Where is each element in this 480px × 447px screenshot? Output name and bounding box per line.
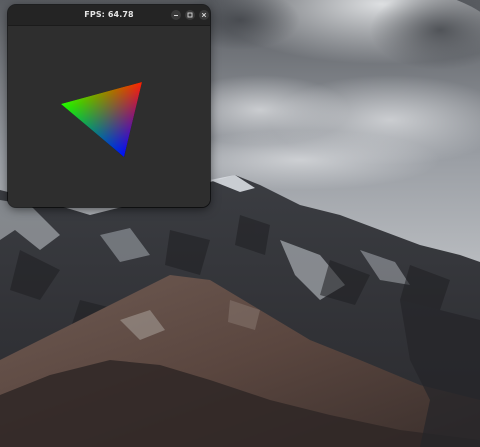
minimize-icon <box>174 15 178 16</box>
window-titlebar[interactable]: FPS: 64.78 <box>8 5 210 26</box>
rgb-triangle <box>61 82 142 157</box>
close-icon <box>201 12 207 18</box>
minimize-button[interactable] <box>171 10 181 20</box>
close-button[interactable] <box>199 10 209 20</box>
maximize-icon <box>187 12 193 18</box>
render-viewport[interactable] <box>8 26 210 207</box>
maximize-button[interactable] <box>185 10 195 20</box>
app-window: FPS: 64.78 <box>8 5 210 207</box>
triangle-canvas <box>61 82 142 157</box>
